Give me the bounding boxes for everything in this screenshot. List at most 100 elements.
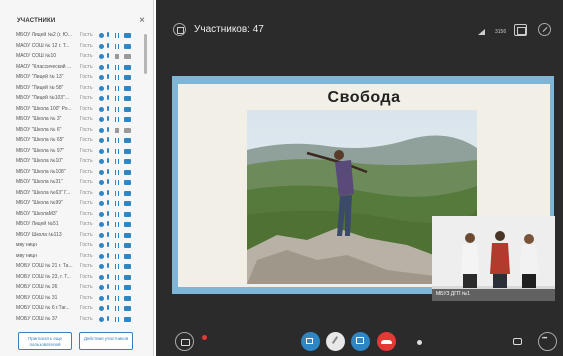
- camera-icon[interactable]: [115, 54, 119, 59]
- camera-icon[interactable]: [115, 201, 119, 206]
- camera-icon[interactable]: [115, 274, 119, 280]
- camera-icon[interactable]: [115, 96, 119, 101]
- camera-icon[interactable]: [115, 295, 119, 301]
- camera-icon[interactable]: [115, 253, 119, 259]
- participant-list[interactable]: МБОУ Лицей №2 (г. Ю... Гость МАОУ СОШ № 12…: [16, 30, 144, 322]
- moderator-icon[interactable]: [99, 75, 104, 80]
- microphone-icon[interactable]: [107, 126, 109, 132]
- screen-icon[interactable]: [124, 148, 131, 154]
- microphone-icon[interactable]: [107, 305, 109, 310]
- microphone-icon[interactable]: [107, 168, 109, 174]
- screen-icon[interactable]: [124, 211, 131, 217]
- end-call-button[interactable]: [377, 332, 396, 351]
- screen-icon[interactable]: [124, 306, 131, 311]
- moderator-icon[interactable]: [99, 211, 104, 217]
- participant-row[interactable]: мву ницн Гость: [16, 240, 144, 251]
- moderator-icon[interactable]: [99, 169, 104, 175]
- participant-row[interactable]: мву ницн Гость: [16, 251, 144, 262]
- microphone-icon[interactable]: [107, 158, 109, 163]
- participant-row[interactable]: МБОУ "Лицей № 58" Гость: [16, 83, 144, 94]
- screen-icon[interactable]: [124, 117, 131, 122]
- camera-icon[interactable]: [115, 43, 119, 49]
- screen-icon[interactable]: [124, 54, 131, 59]
- microphone-icon[interactable]: [107, 84, 109, 90]
- microphone-icon[interactable]: [107, 273, 109, 279]
- microphone-icon[interactable]: [107, 231, 109, 237]
- moderator-icon[interactable]: [99, 295, 104, 301]
- microphone-icon[interactable]: [107, 32, 109, 37]
- participant-row[interactable]: МАОУ "Классический ... Гость: [16, 62, 144, 73]
- screen-icon[interactable]: [124, 190, 131, 196]
- participant-row[interactable]: МБОУ "Школа №63" Г... Гость: [16, 188, 144, 199]
- moderator-icon[interactable]: [99, 54, 104, 59]
- participant-list-scrollbar[interactable]: [144, 34, 147, 74]
- camera-icon[interactable]: [115, 64, 119, 70]
- camera-icon[interactable]: [115, 264, 119, 269]
- camera-icon[interactable]: [115, 222, 119, 227]
- camera-icon[interactable]: [115, 117, 119, 122]
- camera-icon[interactable]: [115, 316, 119, 322]
- moderator-icon[interactable]: [99, 201, 104, 206]
- screen-icon[interactable]: [124, 96, 131, 101]
- microphone-toggle-button[interactable]: [326, 332, 345, 351]
- microphone-icon[interactable]: [107, 189, 109, 195]
- camera-icon[interactable]: [115, 169, 119, 175]
- moderator-icon[interactable]: [99, 33, 104, 38]
- participant-row[interactable]: МОБУ СОШ № 23, г. Т... Гость: [16, 272, 144, 283]
- screen-icon[interactable]: [124, 180, 131, 185]
- microphone-icon[interactable]: [107, 42, 109, 48]
- participant-actions-button[interactable]: Действия участников: [79, 332, 133, 350]
- participant-row[interactable]: МБОУ "Школа №108" Гость: [16, 167, 144, 178]
- screen-icon[interactable]: [124, 201, 131, 206]
- participant-row[interactable]: МБОУ "Лицей № 13" Гость: [16, 72, 144, 83]
- speaker-video[interactable]: МБУЗ ДГП №1: [432, 216, 555, 301]
- grid-view-icon[interactable]: [173, 23, 186, 36]
- microphone-icon[interactable]: [107, 179, 109, 184]
- invite-users-button[interactable]: Пригласить еще пользователей: [18, 332, 72, 350]
- screen-icon[interactable]: [124, 285, 131, 290]
- moderator-icon[interactable]: [99, 190, 104, 196]
- camera-icon[interactable]: [115, 243, 119, 248]
- participant-row[interactable]: МОБУ СОШ № 6 г.Таг... Гость: [16, 303, 144, 314]
- screen-share-button[interactable]: [351, 332, 370, 351]
- participant-row[interactable]: МБОУ "Школа 100" Ро... Гость: [16, 104, 144, 115]
- screen-icon[interactable]: [124, 138, 131, 143]
- camera-icon[interactable]: [115, 211, 119, 217]
- microphone-icon[interactable]: [107, 147, 109, 153]
- moderator-icon[interactable]: [99, 232, 104, 238]
- fullscreen-icon[interactable]: [538, 23, 551, 36]
- moderator-icon[interactable]: [99, 117, 104, 122]
- participant-row[interactable]: МБОУ "Школа №99" Гость: [16, 198, 144, 209]
- microphone-icon[interactable]: [107, 221, 109, 226]
- microphone-icon[interactable]: [107, 284, 109, 289]
- chat-icon[interactable]: [175, 332, 207, 351]
- microphone-icon[interactable]: [107, 53, 109, 58]
- participant-row[interactable]: МБОУ "Школа № 65" Гость: [16, 135, 144, 146]
- moderator-icon[interactable]: [99, 243, 104, 248]
- microphone-icon[interactable]: [107, 74, 109, 79]
- participant-row[interactable]: МОБУ СОШ № 31 Гость: [16, 293, 144, 304]
- more-options-button[interactable]: [538, 332, 557, 351]
- microphone-icon[interactable]: [107, 200, 109, 205]
- screen-icon[interactable]: [124, 274, 131, 280]
- screen-icon[interactable]: [124, 106, 131, 112]
- camera-icon[interactable]: [115, 285, 119, 290]
- moderator-icon[interactable]: [99, 159, 104, 164]
- participant-row[interactable]: МБОУ Лицей №2 (г. Ю... Гость: [16, 30, 144, 41]
- camera-icon[interactable]: [115, 33, 119, 38]
- microphone-icon[interactable]: [107, 294, 109, 300]
- moderator-icon[interactable]: [99, 180, 104, 185]
- participant-row[interactable]: МОБУ СОШ № 37 Гость: [16, 314, 144, 323]
- participant-row[interactable]: МАОУ СОШ №10 Гость: [16, 51, 144, 62]
- camera-icon[interactable]: [115, 159, 119, 164]
- close-icon[interactable]: ×: [139, 15, 145, 26]
- screen-icon[interactable]: [124, 127, 131, 133]
- microphone-icon[interactable]: [107, 95, 109, 100]
- participant-row[interactable]: МАОУ СОШ № 12 г. Т... Гость: [16, 41, 144, 52]
- camera-icon[interactable]: [115, 232, 119, 238]
- microphone-icon[interactable]: [107, 252, 109, 258]
- screen-icon[interactable]: [124, 159, 131, 164]
- moderator-icon[interactable]: [99, 64, 104, 70]
- moderator-icon[interactable]: [99, 85, 104, 91]
- participant-row[interactable]: МБОУ "Школа №31" Гость: [16, 177, 144, 188]
